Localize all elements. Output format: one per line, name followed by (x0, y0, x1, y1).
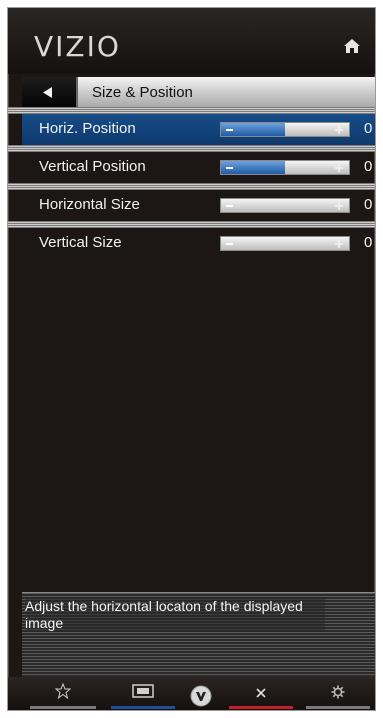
input-button[interactable] (111, 683, 175, 709)
vizio-v-icon (190, 685, 212, 707)
widescreen-icon (132, 684, 154, 698)
divider (8, 221, 375, 228)
left-arrow-icon (43, 87, 52, 98)
back-button[interactable] (22, 77, 78, 107)
row-value: 0 (364, 158, 373, 175)
menu-row-horiz-position[interactable]: Horiz. Position 0 (22, 114, 375, 145)
minus-icon (226, 167, 233, 169)
menu-title: Size & Position (92, 84, 193, 101)
help-text: Adjust the horizontal locaton of the dis… (25, 598, 325, 632)
home-icon[interactable] (343, 38, 361, 54)
vertical-position-slider[interactable] (220, 160, 350, 175)
menu-title-bar: Size & Position (22, 77, 375, 107)
divider (8, 183, 375, 190)
settings-button[interactable] (306, 683, 370, 709)
color-bar (111, 706, 175, 709)
vizio-logo: VIZIO (34, 30, 121, 63)
header: VIZIO (8, 8, 375, 74)
minus-icon (226, 243, 233, 245)
divider (8, 107, 375, 114)
help-panel: Adjust the horizontal locaton of the dis… (22, 592, 375, 678)
row-label: Horiz. Position (39, 120, 136, 137)
favorites-button[interactable] (30, 683, 96, 709)
vertical-size-slider[interactable] (220, 236, 350, 251)
row-label: Vertical Size (39, 234, 122, 251)
row-value: 0 (364, 234, 373, 251)
menu-row-vertical-position[interactable]: Vertical Position 0 (22, 152, 375, 183)
menu-panel: VIZIO Size & Position Horiz. Position 0 … (7, 7, 376, 711)
horizontal-size-slider[interactable] (220, 198, 350, 213)
row-label: Horizontal Size (39, 196, 140, 213)
row-value: 0 (364, 120, 373, 137)
menu-row-vertical-size[interactable]: Vertical Size 0 (22, 228, 375, 259)
footer-bar (8, 677, 375, 710)
gear-icon (331, 685, 345, 699)
row-label: Vertical Position (39, 158, 146, 175)
divider (8, 145, 375, 152)
color-bar (306, 706, 370, 709)
star-icon (55, 683, 71, 699)
color-bar (229, 706, 293, 709)
exit-button[interactable] (229, 683, 293, 709)
minus-icon (226, 129, 233, 131)
vizio-button[interactable] (189, 683, 213, 709)
minus-icon (226, 205, 233, 207)
color-bar (30, 706, 96, 709)
close-icon (256, 688, 266, 698)
row-value: 0 (364, 196, 373, 213)
horiz-position-slider[interactable] (220, 122, 350, 137)
menu-row-horizontal-size[interactable]: Horizontal Size 0 (22, 190, 375, 221)
